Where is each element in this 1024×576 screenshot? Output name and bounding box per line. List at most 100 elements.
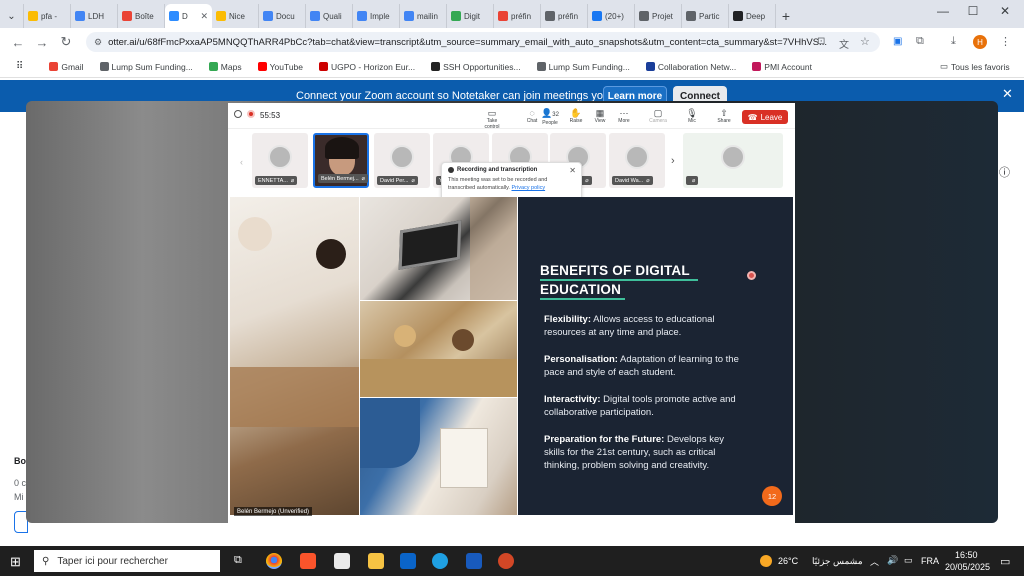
- control-camera[interactable]: ▢ Camera: [646, 108, 670, 124]
- tab-0[interactable]: pfa -: [24, 4, 71, 28]
- tab-1[interactable]: LDH: [71, 4, 118, 28]
- language-indicator[interactable]: FRA: [921, 556, 939, 566]
- tab-5[interactable]: Docu: [259, 4, 306, 28]
- control-label: Share: [717, 118, 731, 124]
- bookmark-label: UGPO - Horizon Eur...: [331, 61, 416, 72]
- bookmark-8[interactable]: PMI Account: [752, 62, 812, 72]
- bookmark-5[interactable]: SSH Opportunities...: [431, 62, 521, 72]
- mic-muted-icon: ⌀: [585, 177, 589, 184]
- outlook-icon[interactable]: [400, 553, 416, 569]
- store-icon[interactable]: [334, 553, 350, 569]
- tab-15[interactable]: Deep: [729, 4, 776, 28]
- clock-date[interactable]: 20/05/2025: [945, 562, 990, 572]
- participant-tile[interactable]: David Wa... ⌀: [609, 133, 665, 188]
- control-label: People: [542, 120, 558, 126]
- edge-icon[interactable]: [432, 553, 448, 569]
- control-raise[interactable]: ✋ Raise: [564, 108, 588, 124]
- bookmark-4[interactable]: UGPO - Horizon Eur...: [319, 62, 415, 72]
- control-people[interactable]: 👤32 People: [538, 108, 562, 126]
- tab-10[interactable]: préfin: [494, 4, 541, 28]
- weather-text[interactable]: مشمس جزئيًا: [812, 556, 863, 567]
- tab-7[interactable]: Imple: [353, 4, 400, 28]
- taskbar-search[interactable]: ⚲ Taper ici pour rechercher: [34, 550, 220, 572]
- participant-tile[interactable]: ENNETTA... ⌀: [252, 133, 308, 188]
- bookmark-7[interactable]: Collaboration Netw...: [645, 62, 736, 72]
- close-window-button[interactable]: ✕: [990, 4, 1020, 18]
- notifications-icon[interactable]: ▭: [1000, 555, 1010, 568]
- tab-2[interactable]: Boîte: [118, 4, 165, 28]
- forward-icon[interactable]: →: [30, 35, 54, 50]
- otter-right-panel: ⓘ: [998, 112, 1024, 546]
- close-icon[interactable]: ✕: [1002, 86, 1013, 102]
- file-explorer-icon[interactable]: [368, 553, 384, 569]
- participant-name: ⌀: [686, 176, 699, 185]
- task-view-icon[interactable]: ⧉: [234, 554, 242, 567]
- tab-favicon-icon: [498, 11, 508, 21]
- back-icon[interactable]: ←: [6, 35, 30, 50]
- bookmark-6[interactable]: Lump Sum Funding...: [536, 62, 630, 72]
- network-icon[interactable]: ▭: [904, 555, 913, 566]
- tab-label: préfin: [511, 11, 532, 21]
- tab-3[interactable]: D ✕: [165, 4, 212, 28]
- bookmark-1[interactable]: Lump Sum Funding...: [99, 62, 193, 72]
- minimize-button[interactable]: —: [928, 4, 958, 18]
- tab-favicon-icon: [169, 11, 179, 21]
- tab-12[interactable]: (20+): [588, 4, 635, 28]
- bookmark-star-icon[interactable]: ☆: [860, 35, 870, 48]
- clock-time[interactable]: 16:50: [955, 550, 978, 560]
- cast-icon[interactable]: ▣: [893, 36, 902, 47]
- participant-tile[interactable]: ⌀: [683, 133, 783, 188]
- control-take-control[interactable]: ▭ Take control: [480, 108, 504, 130]
- tab-14[interactable]: Partic: [682, 4, 729, 28]
- control-share[interactable]: ⇧ Share: [712, 108, 736, 124]
- volume-icon[interactable]: 🔊: [887, 555, 898, 566]
- new-tab-button[interactable]: +: [776, 4, 796, 28]
- maximize-button[interactable]: ☐: [958, 4, 988, 18]
- bookmark-0[interactable]: Gmail: [49, 62, 84, 72]
- address-bar[interactable]: ⚙ otter.ai/u/68fFmcPxxaAP5MNQQThARR4PbCc…: [86, 32, 880, 52]
- control-mic[interactable]: 🎙 Mic: [680, 108, 704, 124]
- leave-button[interactable]: ☎ Leave: [742, 110, 788, 124]
- downloads-icon[interactable]: ⤓: [951, 35, 956, 48]
- translate-icon[interactable]: 文: [839, 36, 849, 51]
- bookmark-2[interactable]: Maps: [208, 62, 242, 72]
- tray-chevron-icon[interactable]: ︿: [870, 555, 879, 568]
- participant-tile[interactable]: David Per... ⌀: [374, 133, 430, 188]
- reload-icon[interactable]: ↻: [54, 34, 78, 50]
- weather-temp[interactable]: 26°C: [778, 556, 798, 566]
- control-view[interactable]: ▦ View: [588, 108, 612, 124]
- extensions-icon[interactable]: ⧉: [916, 35, 924, 48]
- all-bookmarks-link[interactable]: ▭ Tous les favoris: [940, 61, 1010, 72]
- popup-close-icon[interactable]: ✕: [569, 166, 576, 175]
- chevron-left-icon[interactable]: ‹: [240, 157, 243, 167]
- install-icon[interactable]: ⊡: [817, 36, 825, 47]
- site-info-icon[interactable]: ⚙: [94, 37, 102, 48]
- control-more[interactable]: ⋯ More: [612, 108, 636, 124]
- tab-9[interactable]: Digit: [447, 4, 494, 28]
- tab-11[interactable]: préfin: [541, 4, 588, 28]
- classroom-photo: [360, 301, 517, 397]
- brave-icon[interactable]: [300, 553, 316, 569]
- participant-tile[interactable]: Belén Bermej... ⌀: [313, 133, 369, 188]
- powerpoint-icon[interactable]: [498, 553, 514, 569]
- browser-menu-icon[interactable]: ⋮: [1000, 35, 1011, 48]
- privacy-policy-link[interactable]: Privacy policy: [511, 185, 545, 191]
- bookmark-3[interactable]: YouTube: [257, 62, 303, 72]
- tab-search-menu[interactable]: ⌄: [0, 4, 24, 28]
- control-icon: ⋯: [619, 108, 629, 118]
- tab-6[interactable]: Quali: [306, 4, 353, 28]
- tab-13[interactable]: Projet: [635, 4, 682, 28]
- mic-muted-icon: ⌀: [411, 177, 415, 184]
- windows-start-icon[interactable]: ⊞: [10, 554, 21, 570]
- info-icon[interactable]: ⓘ: [999, 164, 1010, 180]
- meeting-window: 55:53 ▭ Take control ◌ Chat 👤32 People ✋ Raise ▦…: [228, 103, 795, 523]
- word-icon[interactable]: [466, 553, 482, 569]
- tab-4[interactable]: Nice: [212, 4, 259, 28]
- avatar[interactable]: H: [973, 35, 987, 49]
- tab-close-icon[interactable]: ✕: [200, 11, 208, 22]
- apps-icon[interactable]: ⠿: [16, 61, 23, 72]
- tab-8[interactable]: mailin: [400, 4, 447, 28]
- chrome-icon[interactable]: [266, 553, 282, 569]
- benefit-point: Preparation for the Future: Develops key…: [544, 433, 739, 472]
- chevron-right-icon[interactable]: ›: [671, 155, 675, 167]
